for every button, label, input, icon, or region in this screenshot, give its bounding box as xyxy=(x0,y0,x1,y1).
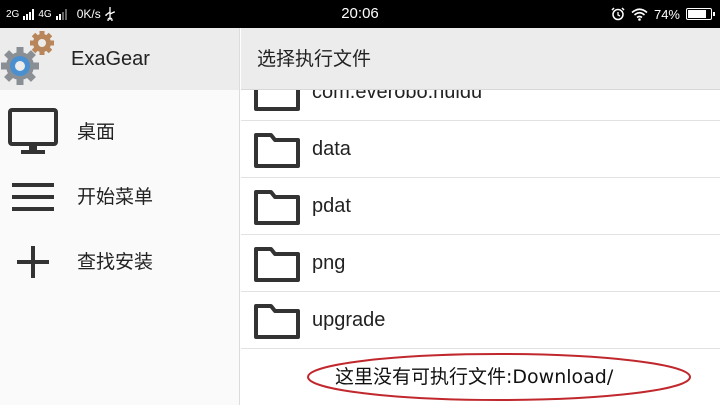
folder-icon xyxy=(254,190,300,225)
app-title: ExaGear xyxy=(71,48,150,70)
file-row-data[interactable]: data xyxy=(241,121,720,178)
navigation-drawer: ExaGear 桌面 开始菜单 查找安装 xyxy=(0,28,240,405)
file-list: com.everobo.huidu data pdat png upgrade xyxy=(241,64,720,349)
main-header: 选择执行文件 xyxy=(241,28,720,90)
folder-icon xyxy=(254,304,300,339)
empty-message: 这里没有可执行文件:Download/ xyxy=(241,350,720,405)
file-name: data xyxy=(312,138,351,160)
app-logo-gears-icon xyxy=(1,31,54,85)
network-type-1: 2G xyxy=(6,8,20,20)
status-right: 74% xyxy=(611,0,715,28)
drawer-item-find-install[interactable]: 查找安装 xyxy=(0,230,239,294)
monitor-icon xyxy=(8,108,58,154)
page-title: 选择执行文件 xyxy=(257,48,372,70)
status-left: 2G 4G 0K/s xyxy=(6,0,115,28)
network-speed: 0K/s xyxy=(76,7,101,21)
signal-icon xyxy=(23,8,35,20)
battery-icon xyxy=(686,8,715,20)
file-row-upgrade[interactable]: upgrade xyxy=(241,292,720,349)
empty-message-text: 这里没有可执行文件:Download/ xyxy=(335,366,614,388)
wifi-icon xyxy=(631,7,648,21)
plus-icon xyxy=(17,246,49,278)
status-bar: 20:06 2G 4G 0K/s 74% xyxy=(0,0,720,28)
file-row-png[interactable]: png xyxy=(241,235,720,292)
alarm-icon xyxy=(611,7,625,21)
menu-icon xyxy=(12,183,54,211)
battery-percent: 74% xyxy=(653,6,680,22)
network-type-2: 4G xyxy=(38,8,52,20)
drawer-item-label: 查找安装 xyxy=(77,251,154,273)
file-name: upgrade xyxy=(312,309,386,331)
drawer-item-label: 桌面 xyxy=(77,121,116,143)
drawer-header: ExaGear xyxy=(0,28,239,90)
file-name: png xyxy=(312,252,346,274)
drawer-item-start-menu[interactable]: 开始菜单 xyxy=(0,165,239,229)
file-chooser-pane: com.everobo.huidu data pdat png upgrade … xyxy=(241,28,720,405)
folder-icon xyxy=(254,247,300,282)
battery-fill xyxy=(688,10,706,18)
file-name: pdat xyxy=(312,195,351,217)
drawer-item-desktop[interactable]: 桌面 xyxy=(0,100,239,164)
usb-icon xyxy=(105,7,115,21)
file-row-pdat[interactable]: pdat xyxy=(241,178,720,235)
folder-icon xyxy=(254,133,300,168)
drawer-item-label: 开始菜单 xyxy=(77,186,154,208)
signal-icon xyxy=(55,8,67,20)
